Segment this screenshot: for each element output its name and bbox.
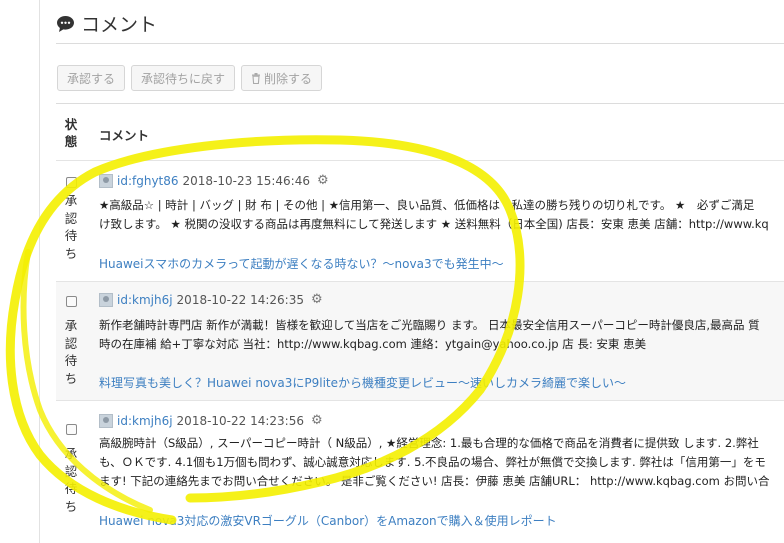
comment-body: ★高級品☆ | 時計 | バッグ | 財 布 | その他 | ★信用第一、良い品…	[99, 196, 784, 234]
comment-date: 2018-10-23 15:46:46	[182, 173, 310, 188]
page-title: コメント	[81, 14, 158, 36]
toolbar: 承認する 承認待ちに戻す 削除する	[57, 65, 323, 91]
comment-meta: id:kmjh6j 2018-10-22 14:23:56 ⚙	[99, 413, 323, 428]
comment-line: も、ＯＫです. 4.1個も1万個も問わず、誠心誠意対応します. 5.不良品の場合…	[99, 455, 766, 469]
comment-line: 新作老舗時計専門店 新作が満載！皆様を歓迎して当店をご光臨賜り ます。 日本最安…	[99, 318, 760, 332]
user-id-link[interactable]: id:kmjh6j	[117, 293, 173, 307]
comment-body: 新作老舗時計専門店 新作が満載！皆様を歓迎して当店をご光臨賜り ます。 日本最安…	[99, 316, 784, 354]
status-label: 承認待ち	[64, 193, 78, 261]
left-border	[39, 0, 40, 543]
avatar	[99, 173, 113, 188]
row-checkbox[interactable]	[66, 296, 77, 307]
revert-to-pending-button[interactable]: 承認待ちに戻す	[131, 65, 236, 91]
divider	[56, 43, 784, 44]
gear-icon[interactable]: ⚙	[311, 292, 323, 307]
comment-icon	[57, 15, 74, 32]
comment-date: 2018-10-22 14:26:35	[176, 292, 304, 307]
avatar	[99, 292, 113, 307]
comment-meta: id:kmjh6j 2018-10-22 14:26:35 ⚙	[99, 292, 323, 307]
divider	[56, 103, 784, 104]
column-header-status: 状態	[64, 117, 78, 149]
status-label: 承認待ち	[64, 318, 78, 386]
comment-line: け致します。 ★ 税関の没収する商品は再度無料にして発送します ★ 送料無料（日…	[99, 217, 769, 231]
delete-button-label: 削除する	[264, 71, 313, 86]
comment-line: 時の在庫補 給+丁寧な対応 当社：http://www.kqbag.com 連絡…	[99, 337, 647, 351]
status-label: 承認待ち	[64, 446, 78, 514]
avatar	[99, 413, 113, 428]
approve-button[interactable]: 承認する	[57, 65, 126, 91]
header-divider	[56, 160, 784, 161]
entry-link[interactable]: 料理写真も美しく？Huawei nova3にP9liteから機種変更レビュー～速…	[99, 374, 626, 391]
gear-icon[interactable]: ⚙	[311, 413, 323, 428]
comment-line: ★高級品☆ | 時計 | バッグ | 財 布 | その他 | ★信用第一、良い品…	[99, 198, 755, 212]
comment-line: ます! 下記の連絡先までお問い合せください。 是非ご覧ください! 店長：伊藤 恵…	[99, 474, 770, 488]
comment-body: 高級腕時計（S級品）, スーパーコピー時計（ N級品）, ★経営理念: 1.最も…	[99, 434, 784, 491]
section-header: コメント	[56, 10, 157, 37]
row-checkbox[interactable]	[66, 177, 77, 188]
row-checkbox[interactable]	[66, 424, 77, 435]
comment-date: 2018-10-22 14:23:56	[176, 413, 304, 428]
entry-link[interactable]: Huawei nova3対応の激安VRゴーグル（Canbor）をAmazonで購…	[99, 512, 557, 529]
gear-icon[interactable]: ⚙	[317, 173, 329, 188]
user-id-link[interactable]: id:kmjh6j	[117, 414, 173, 428]
row-divider	[56, 400, 784, 401]
trash-icon	[252, 72, 261, 84]
column-header-comment: コメント	[99, 128, 150, 143]
entry-link[interactable]: Huaweiスマホのカメラって起動が遅くなる時ない？～nova3でも発生中～	[99, 255, 504, 272]
comment-line: 高級腕時計（S級品）, スーパーコピー時計（ N級品）, ★経営理念: 1.最も…	[99, 436, 759, 450]
delete-button[interactable]: 削除する	[241, 65, 323, 91]
user-id-link[interactable]: id:fghyt86	[117, 174, 179, 188]
comment-meta: id:fghyt86 2018-10-23 15:46:46 ⚙	[99, 173, 329, 188]
